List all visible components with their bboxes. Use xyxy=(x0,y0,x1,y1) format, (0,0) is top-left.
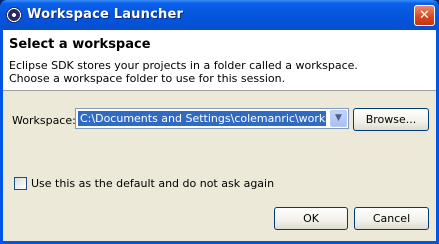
description-line-2: Choose a workspace folder to use for thi… xyxy=(9,72,286,85)
default-checkbox-label[interactable]: Use this as the default and do not ask a… xyxy=(31,177,274,190)
close-button[interactable]: ✕ xyxy=(414,5,435,26)
cancel-button[interactable]: Cancel xyxy=(354,207,429,230)
workspace-path-input[interactable]: C:\Documents and Settings\colemanric\wor… xyxy=(78,111,326,126)
chevron-down-icon[interactable]: ▼ xyxy=(330,110,347,127)
description-line-1: Eclipse SDK stores your projects in a fo… xyxy=(9,59,358,72)
browse-button[interactable]: Browse... xyxy=(353,108,429,131)
workspace-launcher-dialog: Workspace Launcher ✕ Select a workspace … xyxy=(0,0,439,244)
title-bar[interactable]: Workspace Launcher ✕ xyxy=(0,0,439,30)
eclipse-icon xyxy=(6,7,22,23)
page-title: Select a workspace xyxy=(9,37,151,52)
default-checkbox[interactable] xyxy=(14,177,27,190)
window-title: Workspace Launcher xyxy=(27,7,184,22)
dialog-header: Select a workspace Eclipse SDK stores yo… xyxy=(3,30,436,91)
close-icon: ✕ xyxy=(419,8,430,23)
workspace-label: Workspace: xyxy=(12,114,76,127)
workspace-combo[interactable]: C:\Documents and Settings\colemanric\wor… xyxy=(75,108,349,129)
ok-button[interactable]: OK xyxy=(274,207,348,230)
